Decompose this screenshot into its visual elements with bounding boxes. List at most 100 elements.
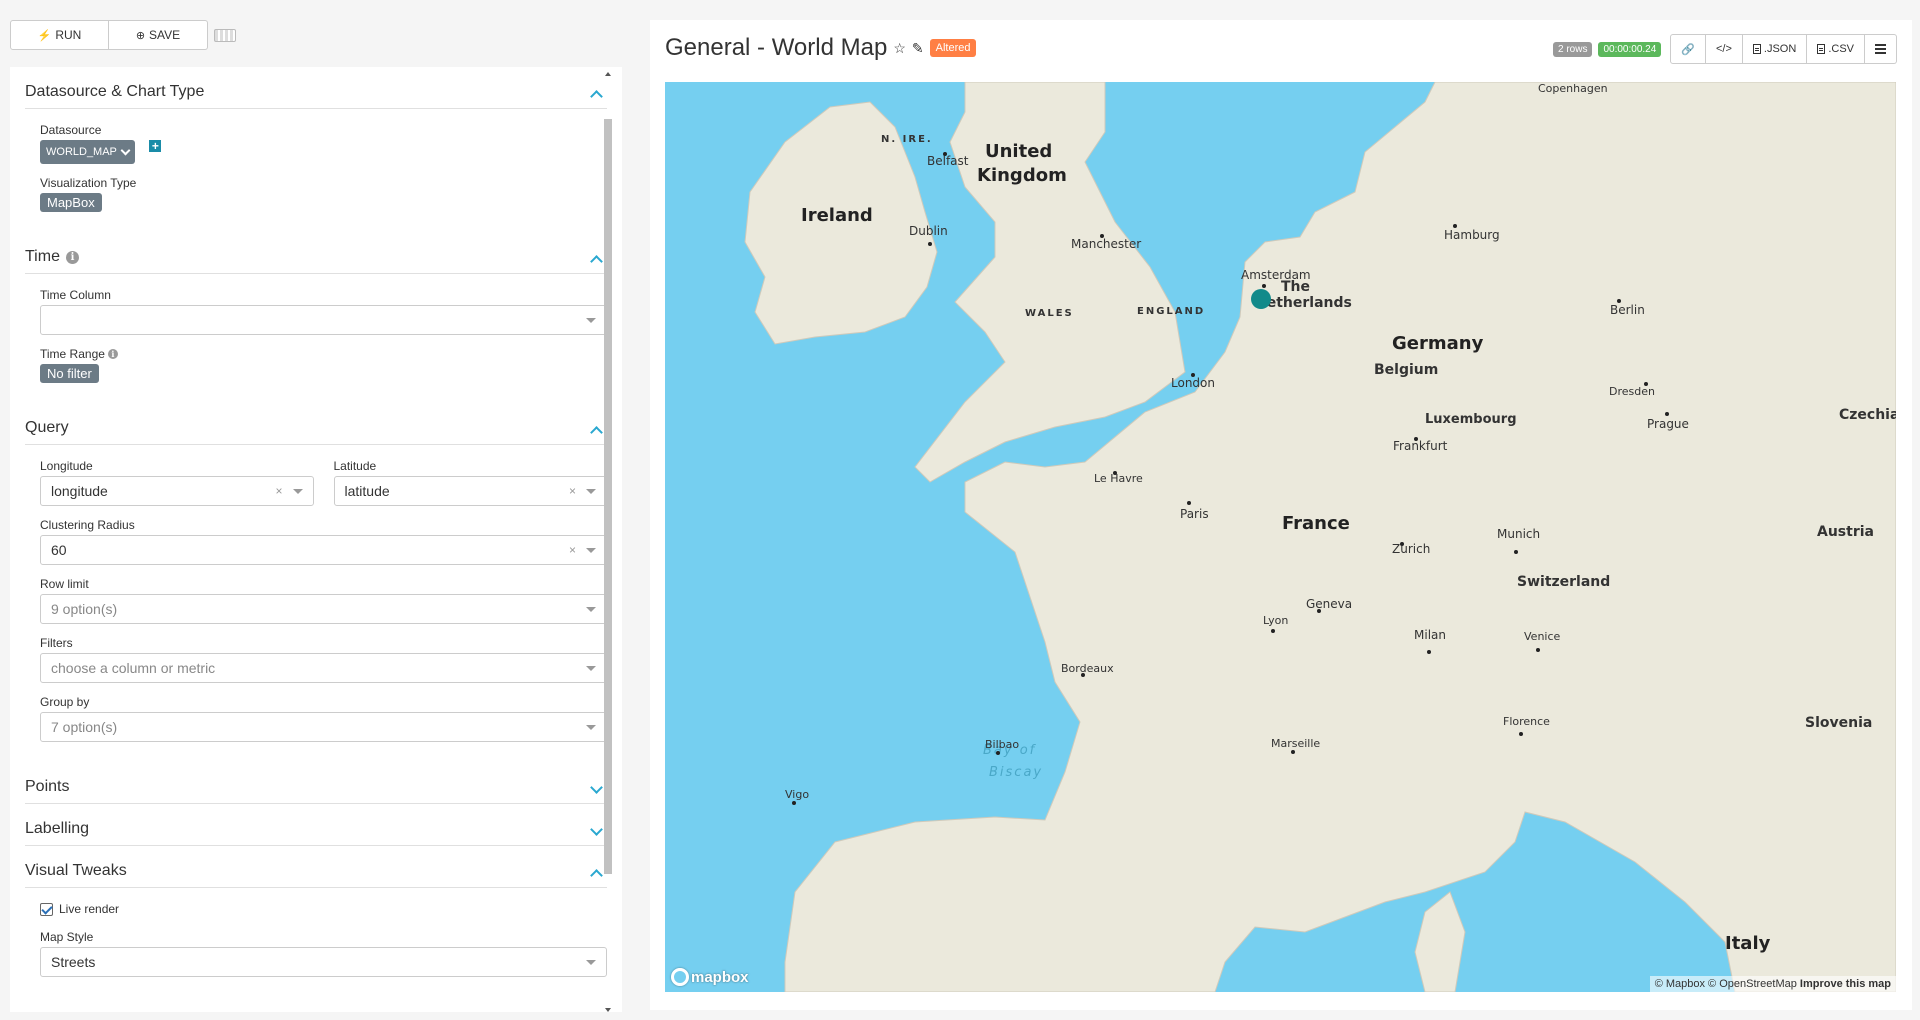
section-header-labelling[interactable]: Labelling xyxy=(25,804,607,846)
map-label-belgium: Belgium xyxy=(1374,362,1439,378)
section-header-time[interactable]: Time i xyxy=(25,232,607,274)
scroll-up-icon[interactable] xyxy=(605,72,611,76)
latitude-select[interactable]: latitude × xyxy=(333,476,607,506)
star-icon[interactable]: ☆ xyxy=(893,40,906,57)
map-style-select[interactable]: Streets xyxy=(40,947,607,977)
time-column-label: Time Column xyxy=(40,288,111,302)
longitude-value: longitude xyxy=(51,483,108,499)
city-dot xyxy=(1514,550,1518,554)
latitude-label: Latitude xyxy=(333,459,377,473)
mapbox-logo-icon xyxy=(671,968,689,986)
chevron-down-icon[interactable] xyxy=(589,824,603,838)
time-range-value[interactable]: No filter xyxy=(40,364,99,383)
map-label-dublin: Dublin xyxy=(909,224,948,238)
section-header-visual-tweaks[interactable]: Visual Tweaks xyxy=(25,846,607,888)
map-canvas[interactable]: Ireland United Kingdom The Netherlands G… xyxy=(665,82,1896,992)
map-label-geneva: Geneva xyxy=(1306,597,1353,611)
hamburger-icon xyxy=(1875,44,1886,54)
clear-icon[interactable]: × xyxy=(275,484,282,498)
section-header-datasource[interactable]: Datasource & Chart Type xyxy=(25,67,607,109)
map-label-copenhagen: Copenhagen xyxy=(1538,82,1608,95)
map-data-point[interactable] xyxy=(1251,289,1271,309)
map-label-bordeaux: Bordeaux xyxy=(1061,662,1114,675)
map-label-france: France xyxy=(1282,513,1350,534)
chart-actions: 2 rows 00:00:00.24 🔗 </> .JSON .CSV xyxy=(1553,34,1897,64)
mapbox-logo[interactable]: mapbox xyxy=(671,968,749,986)
json-button[interactable]: .JSON xyxy=(1742,34,1808,64)
map-label-florence: Florence xyxy=(1503,715,1550,728)
live-render-checkbox[interactable] xyxy=(40,902,53,916)
live-render-label: Live render xyxy=(59,902,120,916)
chevron-down-icon xyxy=(121,148,129,156)
section-header-points[interactable]: Points xyxy=(25,762,607,804)
link-icon: 🔗 xyxy=(1681,43,1695,56)
save-button[interactable]: ⊕ SAVE xyxy=(109,20,208,50)
chevron-up-icon[interactable] xyxy=(589,252,603,266)
map-label-sea-line2: Biscay xyxy=(989,765,1044,780)
row-limit-value: 9 option(s) xyxy=(51,601,118,617)
toolbar: ⚡ RUN ⊕ SAVE xyxy=(10,20,236,50)
row-count-badge: 2 rows xyxy=(1553,41,1593,57)
chevron-down-icon[interactable] xyxy=(589,782,603,796)
row-limit-label: Row limit xyxy=(40,577,89,591)
section-header-query[interactable]: Query xyxy=(25,403,607,445)
map-label-germany: Germany xyxy=(1392,333,1484,354)
clear-icon[interactable]: × xyxy=(569,543,576,557)
scrollbar[interactable] xyxy=(604,67,614,1012)
altered-badge[interactable]: Altered xyxy=(929,39,977,57)
link-button[interactable]: 🔗 xyxy=(1670,34,1706,64)
chevron-up-icon[interactable] xyxy=(589,423,603,437)
map-label-hamburg: Hamburg xyxy=(1444,228,1500,242)
info-icon[interactable]: i xyxy=(107,349,118,359)
bolt-icon: ⚡ xyxy=(37,29,52,42)
map-style-label: Map Style xyxy=(40,930,94,944)
chevron-up-icon[interactable] xyxy=(589,866,603,880)
improve-map-link[interactable]: Improve this map xyxy=(1800,978,1891,990)
datasource-select[interactable]: WORLD_MAP xyxy=(40,140,135,164)
run-button[interactable]: ⚡ RUN xyxy=(10,20,109,50)
more-menu-button[interactable] xyxy=(1865,34,1897,64)
group-by-value: 7 option(s) xyxy=(51,719,118,735)
city-dot xyxy=(1291,750,1295,754)
city-dot xyxy=(1519,732,1523,736)
add-datasource-icon[interactable]: + xyxy=(149,140,162,152)
group-by-select[interactable]: 7 option(s) xyxy=(40,712,607,742)
control-panel: Datasource & Chart Type Datasource WORLD… xyxy=(10,67,622,1012)
keyboard-icon[interactable] xyxy=(214,28,236,42)
run-label: RUN xyxy=(55,28,82,42)
section-datasource: Datasource & Chart Type Datasource WORLD… xyxy=(10,67,622,232)
group-by-label: Group by xyxy=(40,695,90,709)
caret-down-icon xyxy=(292,488,303,494)
filters-select[interactable]: choose a column or metric xyxy=(40,653,607,683)
scroll-down-icon[interactable] xyxy=(605,1008,611,1012)
caret-down-icon xyxy=(586,665,596,671)
action-button-group: 🔗 </> .JSON .CSV xyxy=(1670,34,1897,64)
clustering-radius-select[interactable]: 60 × xyxy=(40,535,607,565)
attribution-text[interactable]: © Mapbox © OpenStreetMap xyxy=(1655,978,1797,990)
section-title: Labelling xyxy=(25,820,90,837)
info-icon[interactable]: i xyxy=(65,250,79,264)
map-label-bilbao: Bilbao xyxy=(985,738,1020,751)
map-label-venice: Venice xyxy=(1524,630,1561,643)
json-label: .JSON xyxy=(1763,43,1797,55)
section-query: Query Longitude longitude × Latitude lat… xyxy=(10,403,622,762)
row-limit-select[interactable]: 9 option(s) xyxy=(40,594,607,624)
clear-icon[interactable]: × xyxy=(569,484,576,498)
chart-panel: General - World Map ☆ ✎ Altered 2 rows 0… xyxy=(650,20,1912,1010)
map-label-austria: Austria xyxy=(1817,524,1874,540)
caret-down-icon xyxy=(586,488,596,494)
map-label-wales: WALES xyxy=(1025,308,1074,319)
csv-button[interactable]: .CSV xyxy=(1807,34,1865,64)
viz-type-value[interactable]: MapBox xyxy=(40,193,102,212)
time-column-select[interactable] xyxy=(40,305,607,335)
scroll-thumb[interactable] xyxy=(604,119,612,874)
city-dot xyxy=(1427,650,1431,654)
embed-button[interactable]: </> xyxy=(1706,34,1743,64)
map-label-paris: Paris xyxy=(1180,507,1209,521)
edit-icon[interactable]: ✎ xyxy=(912,40,924,57)
section-time: Time i Time Column Time Range i No filte… xyxy=(10,232,622,403)
map-label-amsterdam: Amsterdam xyxy=(1241,268,1311,282)
chevron-up-icon[interactable] xyxy=(589,87,603,101)
longitude-label: Longitude xyxy=(40,459,93,473)
longitude-select[interactable]: longitude × xyxy=(40,476,314,506)
